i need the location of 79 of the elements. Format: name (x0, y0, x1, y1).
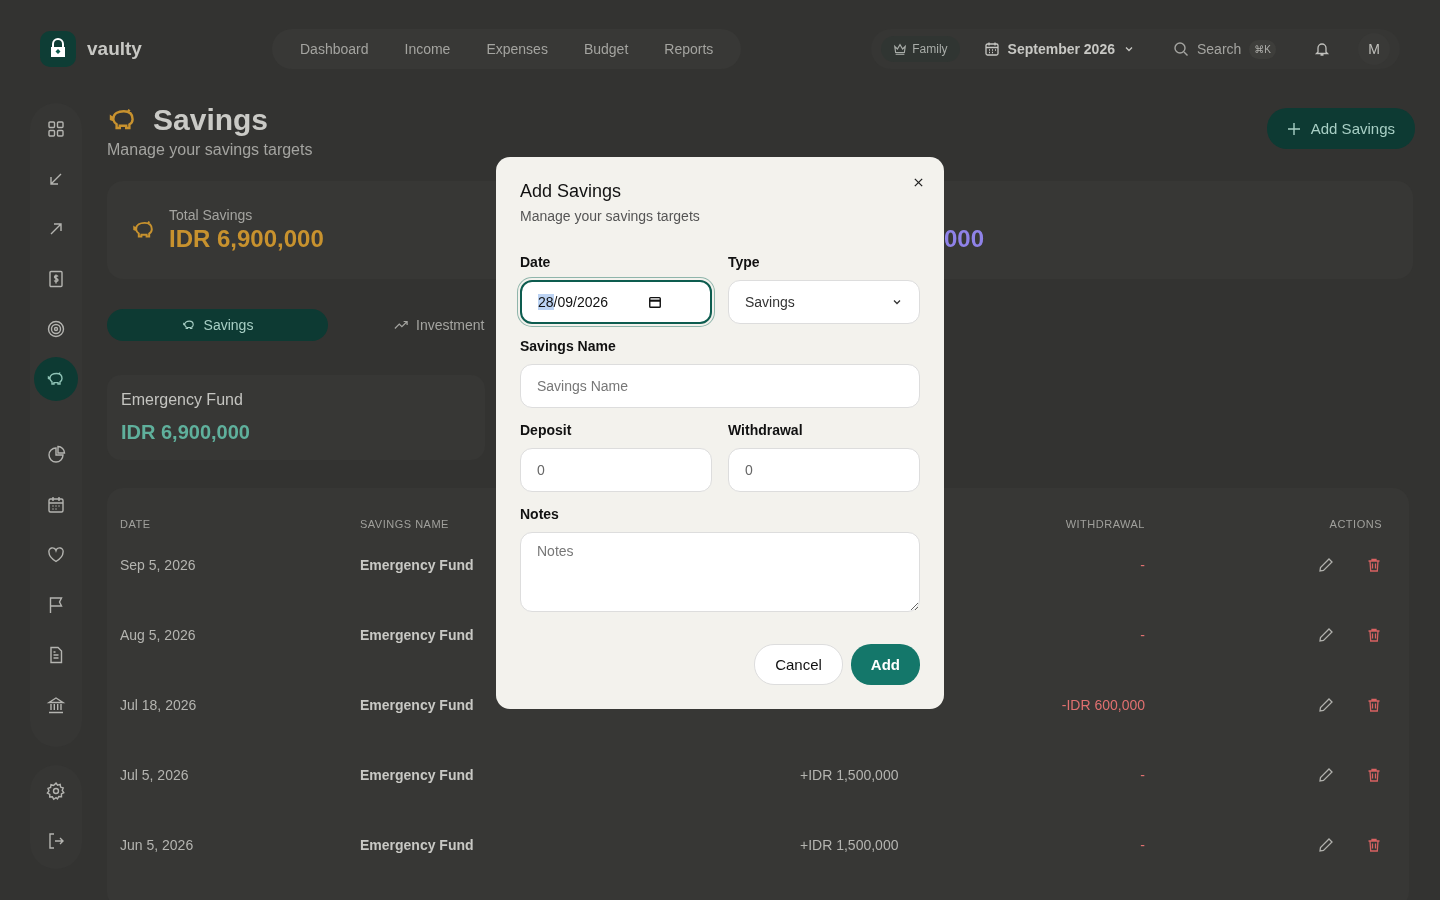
shortcut-hint: ⌘K (1249, 39, 1276, 59)
logo-icon (40, 31, 76, 67)
month-picker[interactable]: September 2026 (973, 35, 1149, 63)
trash-icon[interactable] (1366, 627, 1382, 643)
withdrawal-cell: - (1140, 557, 1145, 573)
name-cell-text: Emergency Fund (360, 837, 475, 853)
date-cell-text: Jul 18, 2026 (120, 697, 198, 713)
name-cell-text: Emergency Fund (360, 557, 475, 573)
close-icon[interactable] (913, 177, 924, 188)
add-savings-button[interactable]: Add Savings (1266, 108, 1415, 149)
field-label: Notes (520, 506, 560, 522)
trend-up-icon (394, 318, 408, 332)
column-header: ACTIONS (1329, 518, 1383, 530)
search-icon (1172, 41, 1189, 57)
deposit-cell: +IDR 1,500,000 (800, 837, 899, 853)
deposit-cell: +IDR 1,500,000 (800, 767, 899, 783)
goal-amount: IDR 6,900,000 (121, 421, 251, 444)
field-label: Withdrawal (728, 422, 804, 438)
input-field[interactable]: Savings Name (520, 364, 920, 408)
stat-label: Total Savings (169, 207, 254, 223)
edit-icon[interactable] (1318, 627, 1334, 643)
withdrawal-cell: - (1140, 627, 1145, 643)
withdrawal-cell: - (1140, 767, 1145, 783)
nav-link[interactable]: Budget (565, 33, 647, 65)
name-cell-text: Emergency Fund (360, 767, 475, 783)
type-select[interactable]: Savings (728, 280, 920, 324)
nav-link[interactable]: Income (386, 33, 469, 65)
bell-icon[interactable] (1314, 41, 1330, 57)
nav-link[interactable]: Dashboard (282, 33, 387, 65)
plan-badge: Family (881, 36, 960, 62)
page-subtitle: Manage your savings targets (107, 141, 313, 159)
goal-name: Emergency Fund (121, 391, 244, 409)
trash-icon[interactable] (1366, 837, 1382, 853)
calendar-icon (983, 41, 1000, 57)
app-name: vaulty (87, 38, 142, 60)
edit-icon[interactable] (1318, 557, 1334, 573)
field-label: Type (728, 254, 761, 270)
withdrawal-cell: - (1140, 837, 1145, 853)
date-cell-text: Jun 5, 2026 (120, 837, 195, 853)
piggy-icon[interactable] (34, 357, 78, 401)
page-title: Savings (153, 103, 269, 137)
nav-link[interactable]: Reports (646, 33, 732, 65)
add-button[interactable]: Add (850, 644, 920, 685)
field-label: Date (520, 254, 552, 270)
input-field[interactable]: 0 (728, 448, 920, 492)
nav-link[interactable]: Expenses (468, 33, 566, 65)
goal-card[interactable]: Emergency Fund IDR 6,900,000 (107, 375, 485, 460)
date-field[interactable]: 28/09/2026 (520, 280, 712, 324)
stat-value: 000 (944, 225, 985, 253)
calendar-icon[interactable] (648, 295, 662, 309)
dialog-subtitle: Manage your savings targets (520, 208, 701, 224)
cancel-button[interactable]: Cancel (754, 644, 843, 685)
dialog-title: Add Savings (520, 181, 623, 202)
withdrawal-cell: -IDR 600,000 (1061, 697, 1145, 713)
crown-icon (893, 42, 908, 56)
date-cell-text: Jul 5, 2026 (120, 767, 190, 783)
field-label: Deposit (520, 422, 573, 438)
tab[interactable]: Savings (107, 309, 328, 341)
column-header: WITHDRAWAL (1065, 518, 1145, 530)
trash-icon[interactable] (1366, 767, 1382, 783)
date-cell-text: Aug 5, 2026 (120, 627, 197, 643)
column-header: DATE (120, 518, 152, 530)
tab[interactable]: Investment (388, 309, 491, 341)
name-cell-text: Emergency Fund (360, 627, 475, 643)
name-cell-text: Emergency Fund (360, 697, 475, 713)
plus-icon (1286, 121, 1301, 136)
edit-icon[interactable] (1318, 697, 1334, 713)
column-header: SAVINGS NAME (360, 518, 450, 530)
edit-icon[interactable] (1318, 767, 1334, 783)
trash-icon[interactable] (1366, 557, 1382, 573)
input-field[interactable]: 0 (520, 448, 712, 492)
field-label: Savings Name (520, 338, 617, 354)
piggy-bank-icon (181, 318, 196, 332)
stat-value: IDR 6,900,000 (169, 225, 324, 253)
date-cell-text: Sep 5, 2026 (120, 557, 197, 573)
edit-icon[interactable] (1318, 837, 1334, 853)
search-field[interactable]: Search ⌘K (1162, 33, 1286, 65)
trash-icon[interactable] (1366, 697, 1382, 713)
notes-field[interactable]: Notes (520, 532, 920, 612)
